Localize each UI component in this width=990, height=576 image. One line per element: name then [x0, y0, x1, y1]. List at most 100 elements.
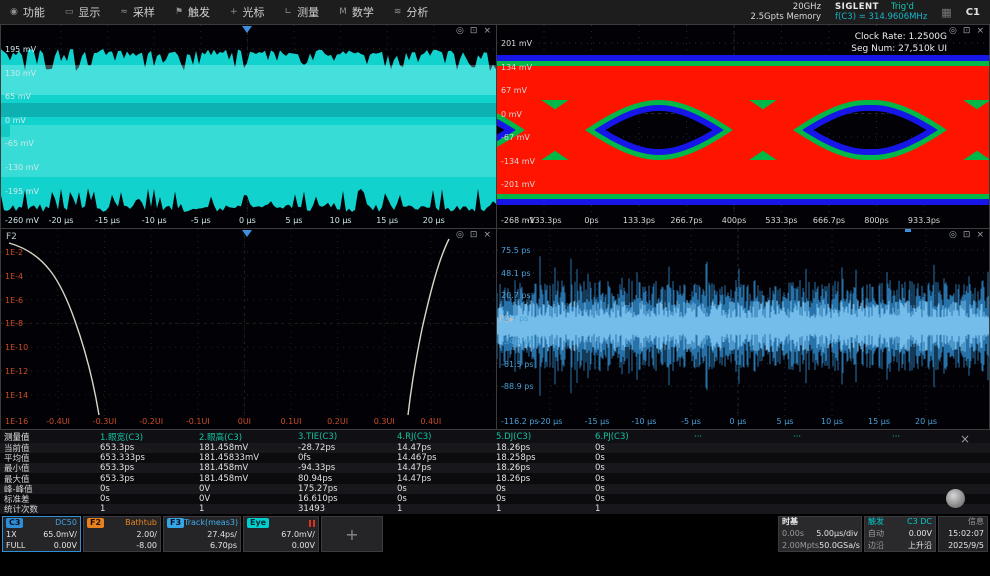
empty-measurement-slot[interactable]: ···	[888, 432, 987, 442]
menu-item-label: 测量	[297, 4, 319, 20]
measurement-column-header[interactable]: 6.PJ(C3)	[591, 432, 690, 442]
channel-settings-icon[interactable]: ▦	[941, 6, 951, 19]
eye-badge: Eye	[247, 518, 269, 528]
measurement-column-header[interactable]: 4.RJ(C3)	[393, 432, 492, 442]
corner-tick-label: -260 mV	[5, 216, 39, 225]
expand-icon[interactable]: ⊡	[963, 231, 971, 240]
waveform-panel[interactable]: 195 mV130 mV65 mV0 mV-65 mV-130 mV-195 m…	[0, 24, 497, 229]
measurement-value: 0s	[96, 484, 195, 494]
y-tick-label: 130 mV	[5, 69, 36, 78]
f2-scale: 2.00/	[136, 531, 157, 539]
measurement-value: 0s	[393, 494, 492, 504]
bathtub-panel[interactable]: F2 1E-21E-41E-61E-81E-101E-121E-14 1E-16…	[0, 228, 497, 430]
measurement-value: 181.458mV	[195, 463, 294, 473]
y-tick-label: -130 mV	[5, 163, 39, 172]
focus-icon[interactable]: ◎	[949, 27, 957, 36]
x-tick-label: 800ps	[864, 216, 889, 225]
measurement-value: 14.467ps	[393, 453, 492, 463]
trigger-type: 边沿	[868, 542, 884, 550]
menu-item-5[interactable]: +光标	[220, 0, 275, 24]
f3-function-tag[interactable]: F3▸	[499, 315, 514, 325]
trigger-position-marker[interactable]	[242, 26, 252, 33]
eye-box[interactable]: Eye 67.0mV/ 0.00V	[243, 516, 319, 552]
eye-diagram-panel[interactable]: Clock Rate: 1.2500G Seg Num: 27,510k UI …	[496, 24, 990, 229]
trigger-title: 触发	[868, 518, 884, 526]
menu-item-3[interactable]: ≈采样	[110, 0, 165, 24]
f2-function-tag[interactable]: F2	[6, 232, 17, 242]
measurement-value: 80.94ps	[294, 474, 393, 484]
measurement-value: 0s	[591, 463, 690, 473]
c3-badge: C3	[6, 518, 23, 528]
measurement-column-header[interactable]: 3.TIE(C3)	[294, 432, 393, 442]
empty-measurement-slot[interactable]: ···	[789, 432, 888, 442]
add-channel-box[interactable]: +	[321, 516, 383, 552]
x-tick-label: 0UI	[238, 417, 251, 426]
focus-icon[interactable]: ◎	[949, 231, 957, 240]
channel-c3-box[interactable]: C3 DC50 1X 65.0mV/ FULL 0.00V	[2, 516, 81, 552]
acquire-icon: ≈	[120, 7, 128, 17]
menu-item-7[interactable]: M数学	[329, 0, 384, 24]
expand-icon[interactable]: ⊡	[470, 27, 478, 36]
timebase-scale: 5.00µs/div	[816, 530, 858, 538]
close-icon[interactable]: ×	[483, 231, 491, 240]
y-tick-label: 65 mV	[5, 92, 31, 101]
expand-icon[interactable]: ⊡	[963, 27, 971, 36]
expand-icon[interactable]: ⊡	[470, 231, 478, 240]
eye-x-axis: -268 mV-133.3ps0ps133.3ps266.7ps400ps533…	[497, 215, 989, 228]
table-row: 峰-峰值0s0V175.27ps0s0s0s	[0, 484, 990, 494]
measurement-value: 653.3ps	[96, 474, 195, 484]
channel-offset-marker[interactable]	[1, 125, 10, 137]
measurement-value: 181.458mV	[195, 474, 294, 484]
menu-item-4[interactable]: ⚑触发	[165, 0, 220, 24]
menu-item-label: 数学	[352, 4, 374, 20]
measurement-table: × + + + 测量值1.眼宽(C3)2.眼高(C3)3.TIE(C3)4.RJ…	[0, 430, 990, 514]
x-tick-label: -0.2UI	[139, 417, 163, 426]
focus-icon[interactable]: ◎	[456, 27, 464, 36]
table-close-icon[interactable]: ×	[960, 432, 970, 446]
c3-scale: 65.0mV/	[43, 531, 77, 539]
menu-item-1[interactable]: ◉功能	[0, 0, 55, 24]
channel-selector[interactable]: C1	[966, 7, 980, 18]
trigger-position-marker[interactable]	[242, 230, 252, 237]
measurement-value: 1	[393, 504, 492, 514]
measurement-column-header[interactable]: 5.DJ(C3)	[492, 432, 591, 442]
function-f3-box[interactable]: F3 Track(meas3) 27.4ps/ 6.70ps	[163, 516, 241, 552]
empty-measurement-slot[interactable]: ···	[690, 432, 789, 442]
close-icon[interactable]: ×	[976, 231, 984, 240]
x-tick-label: -0.3UI	[93, 417, 117, 426]
y-tick-label: 1E-2	[5, 248, 23, 257]
menu-item-8[interactable]: ≋分析	[384, 0, 439, 24]
y-tick-label: -88.9 ps	[501, 382, 534, 391]
x-tick-label: 666.7ps	[813, 216, 845, 225]
menu-item-label: 光标	[243, 4, 265, 20]
measurement-column-header[interactable]: 2.眼高(C3)	[195, 431, 294, 443]
measurement-value: 0V	[195, 494, 294, 504]
close-icon[interactable]: ×	[483, 27, 491, 36]
x-tick-label: -15 µs	[585, 417, 610, 426]
info-title: 信息	[968, 518, 984, 526]
clock-time: 15:02:07	[948, 530, 984, 538]
measurement-value: 31493	[294, 504, 393, 514]
measurement-value: 0s	[591, 474, 690, 484]
navigation-knob[interactable]	[946, 489, 965, 508]
bandwidth-label: 20GHz	[751, 2, 822, 12]
function-f2-box[interactable]: F2 Bathtub 2.00/ -8.00	[83, 516, 161, 552]
timebase-box[interactable]: 时基 0.00s 5.00µs/div 2.00Mpts 50.0GSa/s	[778, 516, 862, 552]
focus-icon[interactable]: ◎	[456, 231, 464, 240]
measurement-column-header[interactable]: 1.眼宽(C3)	[96, 431, 195, 443]
trigger-box[interactable]: 触发 C3 DC 自动 0.00V 边沿 上升沿	[864, 516, 936, 552]
close-icon[interactable]: ×	[976, 27, 984, 36]
y-tick-label: 48.1 ps	[501, 269, 531, 278]
bathtub-curve	[1, 229, 496, 416]
jitter-track-panel[interactable]: F3▸ 75.5 ps48.1 ps20.7 ps-6.7 ps-34.1 ps…	[496, 228, 990, 430]
x-tick-label: 0.2UI	[327, 417, 348, 426]
y-tick-label: 1E-10	[5, 343, 28, 352]
menu-item-6[interactable]: ∟测量	[275, 0, 330, 24]
datetime-box: 信息 15:02:07 2025/9/5	[938, 516, 988, 552]
c3-offset: 0.00V	[54, 542, 77, 550]
menu-items: ◉功能▭显示≈采样⚑触发+光标∟测量M数学≋分析	[0, 0, 438, 24]
menu-item-2[interactable]: ▭显示	[55, 0, 111, 24]
measurement-value: 181.45833mV	[195, 453, 294, 463]
x-tick-label: 0.3UI	[374, 417, 395, 426]
trigger-level: 0.00V	[909, 530, 932, 538]
